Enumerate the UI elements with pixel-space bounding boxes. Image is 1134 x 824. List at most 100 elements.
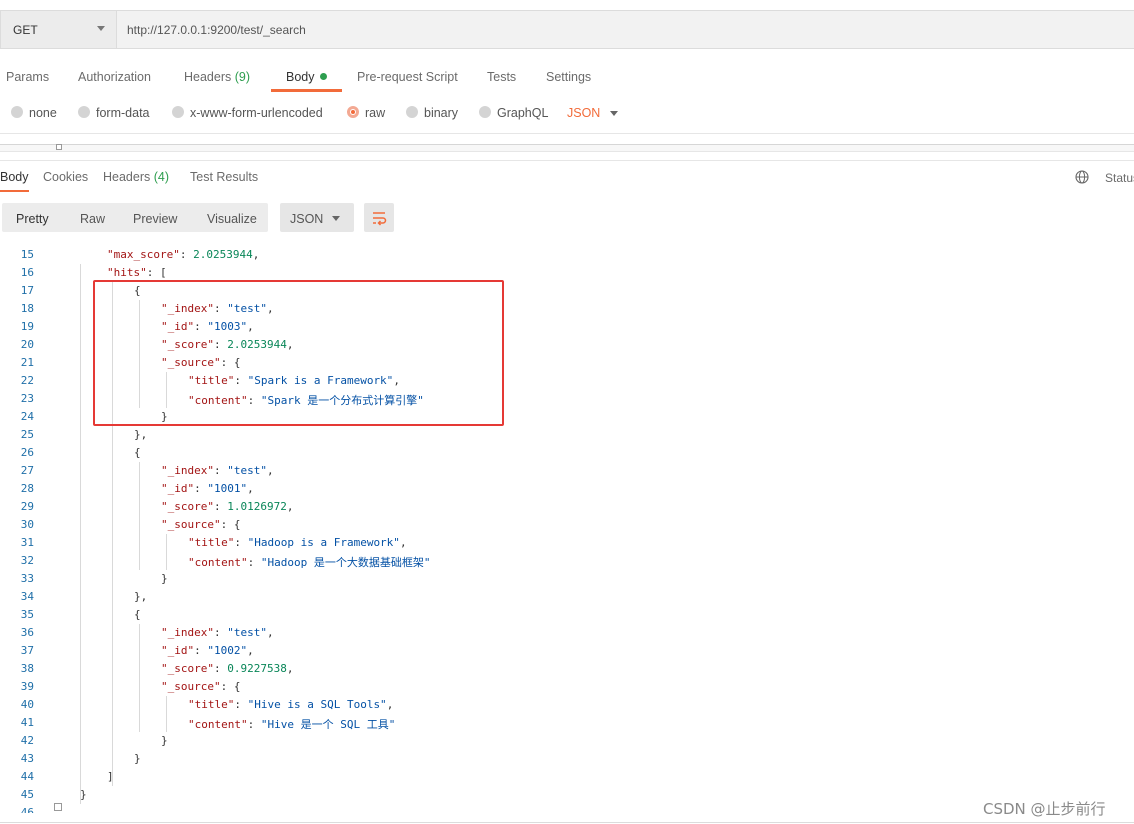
response-tab-headers[interactable]: Headers (4) xyxy=(103,170,169,184)
code-token: : { xyxy=(220,680,241,693)
line-number: 42 xyxy=(20,734,34,747)
divider xyxy=(0,160,1134,161)
code-token: , xyxy=(266,464,274,477)
status-label: Status xyxy=(1105,171,1134,185)
code-token: "content" xyxy=(188,718,248,731)
code-token: "_score" xyxy=(161,500,214,513)
line-number: 38 xyxy=(20,662,34,675)
radio-circle xyxy=(479,106,491,118)
code-text: } xyxy=(134,752,141,765)
line-number: 32 xyxy=(20,554,34,567)
code-token: : xyxy=(213,464,228,477)
line-number: 31 xyxy=(20,536,34,549)
headers-count: (9) xyxy=(234,70,251,84)
code-line: 36 "_index": "test", xyxy=(0,623,1134,641)
code-text: "hits": [ xyxy=(107,266,167,279)
tab-headers[interactable]: Headers (9) xyxy=(184,70,250,84)
response-tab-test-results[interactable]: Test Results xyxy=(190,170,258,184)
tab-settings[interactable]: Settings xyxy=(546,70,591,84)
line-number: 46 xyxy=(20,806,34,813)
wrap-lines-button[interactable] xyxy=(364,203,394,232)
response-headers-count: (4) xyxy=(153,170,170,184)
code-text: }, xyxy=(134,590,147,603)
wrap-lines-icon xyxy=(373,212,387,226)
code-token: "Hive 是一个 SQL 工具" xyxy=(260,718,396,731)
radio-label: raw xyxy=(365,106,386,120)
code-token: : xyxy=(213,626,228,639)
code-token: : xyxy=(213,662,228,675)
body-format-select[interactable]: JSON xyxy=(567,106,600,120)
radio-label: x-www-form-urlencoded xyxy=(190,106,323,120)
code-token: { xyxy=(134,608,141,621)
line-number: 16 xyxy=(20,266,34,279)
code-token: , xyxy=(386,698,394,711)
tab-params[interactable]: Params xyxy=(6,70,49,84)
code-token: "content" xyxy=(188,556,248,569)
tab-tests[interactable]: Tests xyxy=(487,70,516,84)
code-token: : xyxy=(234,536,248,549)
code-text: "content": "Hadoop 是一个大数据基础框架" xyxy=(188,554,430,570)
code-token: } xyxy=(161,572,168,585)
tab-authorization[interactable]: Authorization xyxy=(78,70,151,84)
globe-icon[interactable] xyxy=(1075,170,1089,184)
code-token: , xyxy=(247,482,254,495)
url-input[interactable]: http://127.0.0.1:9200/test/_search xyxy=(116,10,1134,49)
tab-body[interactable]: Body xyxy=(286,70,327,84)
radio-circle xyxy=(172,106,184,118)
line-number: 15 xyxy=(20,248,34,261)
radio-label: binary xyxy=(424,106,459,120)
code-token: , xyxy=(399,536,407,549)
line-number: 30 xyxy=(20,518,34,531)
code-line: 26 { xyxy=(0,443,1134,461)
resize-handle[interactable] xyxy=(54,803,62,811)
code-token: } xyxy=(134,752,141,765)
line-number: 21 xyxy=(20,356,34,369)
code-token: "_id" xyxy=(161,482,195,495)
code-token: "Hadoop is a Framework" xyxy=(247,536,400,549)
method-select[interactable]: GET xyxy=(0,10,117,49)
line-number: 19 xyxy=(20,320,34,333)
view-pretty-button[interactable]: Pretty xyxy=(16,212,49,226)
line-number: 20 xyxy=(20,338,34,351)
line-number: 24 xyxy=(20,410,34,423)
code-text: "title": "Hadoop is a Framework", xyxy=(188,536,407,549)
code-line: 34}, xyxy=(0,587,1134,605)
code-token: , xyxy=(286,662,294,675)
response-tab-cookies[interactable]: Cookies xyxy=(43,170,88,184)
radio-circle xyxy=(406,106,418,118)
chevron-down-icon xyxy=(332,216,340,221)
line-number: 35 xyxy=(20,608,34,621)
code-token: , xyxy=(286,500,294,513)
divider xyxy=(0,822,1134,823)
view-preview-button[interactable]: Preview xyxy=(133,212,177,226)
url-text: http://127.0.0.1:9200/test/_search xyxy=(127,23,306,37)
code-token: : [ xyxy=(146,266,167,279)
view-raw-button[interactable]: Raw xyxy=(80,212,105,226)
code-token: }, xyxy=(134,428,148,441)
body-type-options: none form-data x-www-form-urlencoded raw… xyxy=(0,104,1134,124)
line-number: 18 xyxy=(20,302,34,315)
code-line: 44] xyxy=(0,767,1134,785)
response-format-select[interactable]: JSON xyxy=(280,203,354,232)
view-visualize-button[interactable]: Visualize xyxy=(207,212,257,226)
request-editor-collapsed[interactable] xyxy=(0,144,1134,152)
request-url-bar: GET http://127.0.0.1:9200/test/_search xyxy=(0,10,1134,50)
line-number: 27 xyxy=(20,464,34,477)
resize-handle[interactable] xyxy=(56,144,62,150)
code-line: 15 "max_score": 2.0253944, xyxy=(0,245,1134,263)
line-number: 22 xyxy=(20,374,34,387)
tab-pre-request-script[interactable]: Pre-request Script xyxy=(357,70,458,84)
active-tab-underline xyxy=(271,89,342,92)
code-line: 30 "_source": { xyxy=(0,515,1134,533)
line-number: 41 xyxy=(20,716,34,729)
radio-label: form-data xyxy=(96,106,150,120)
code-token: "_index" xyxy=(161,464,214,477)
code-line: 31 "title": "Hadoop is a Framework", xyxy=(0,533,1134,551)
line-number: 44 xyxy=(20,770,34,783)
response-tab-body[interactable]: Body xyxy=(0,170,29,184)
tab-body-label: Body xyxy=(286,70,315,84)
divider xyxy=(0,133,1134,134)
code-token: , xyxy=(266,626,274,639)
code-token: "title" xyxy=(188,536,235,549)
code-token: "_source" xyxy=(161,518,221,531)
